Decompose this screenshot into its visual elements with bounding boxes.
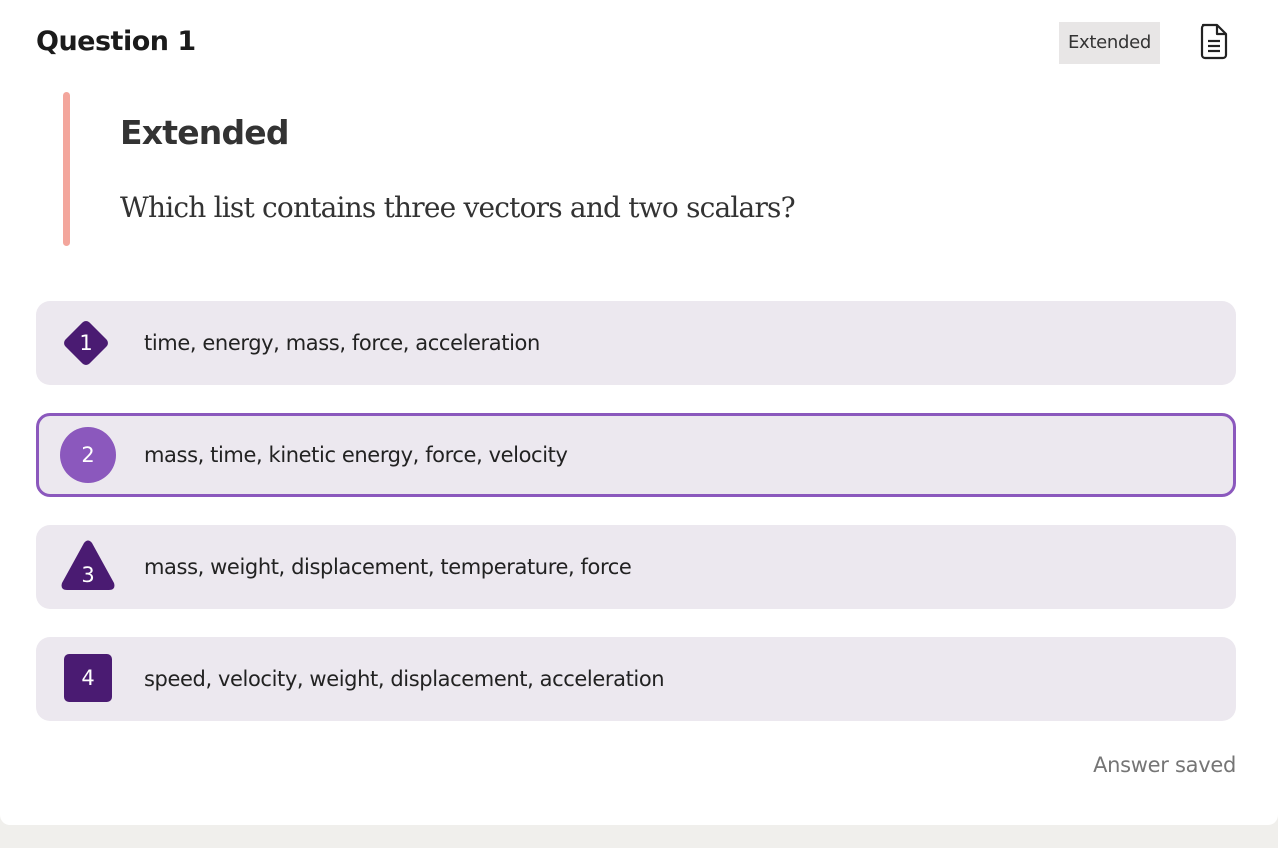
answer-choice-4[interactable]: 4 speed, velocity, weight, displacement,… [36, 637, 1236, 721]
question-title: Question 1 [36, 26, 196, 57]
choice-label: mass, weight, displacement, temperature,… [144, 555, 632, 579]
choice-number: 1 [79, 331, 93, 355]
triangle-icon: 3 [60, 539, 116, 591]
stem-accent-bar [63, 92, 70, 246]
save-status: Answer saved [1093, 753, 1236, 777]
choice-label: speed, velocity, weight, displacement, a… [144, 667, 665, 691]
choice-number: 2 [81, 443, 95, 467]
choice-label: time, energy, mass, force, acceleration [144, 331, 540, 355]
question-card: Question 1 Extended Extended Which list … [0, 0, 1278, 825]
answer-choice-2[interactable]: 2 mass, time, kinetic energy, force, vel… [36, 413, 1236, 497]
choice-number: 3 [81, 563, 95, 587]
choice-label: mass, time, kinetic energy, force, veloc… [144, 443, 568, 467]
answer-choice-1[interactable]: 1 time, energy, mass, force, acceleratio… [36, 301, 1236, 385]
document-lines-icon[interactable] [1198, 22, 1230, 60]
circle-icon: 2 [60, 427, 116, 483]
answer-choice-3[interactable]: 3 mass, weight, displacement, temperatur… [36, 525, 1236, 609]
choice-number: 4 [81, 666, 95, 690]
level-badge: Extended [1059, 22, 1160, 64]
stem-heading: Extended [120, 113, 290, 152]
square-icon: 4 [64, 654, 112, 702]
question-stem: Which list contains three vectors and tw… [120, 191, 796, 224]
diamond-icon: 1 [62, 319, 110, 367]
